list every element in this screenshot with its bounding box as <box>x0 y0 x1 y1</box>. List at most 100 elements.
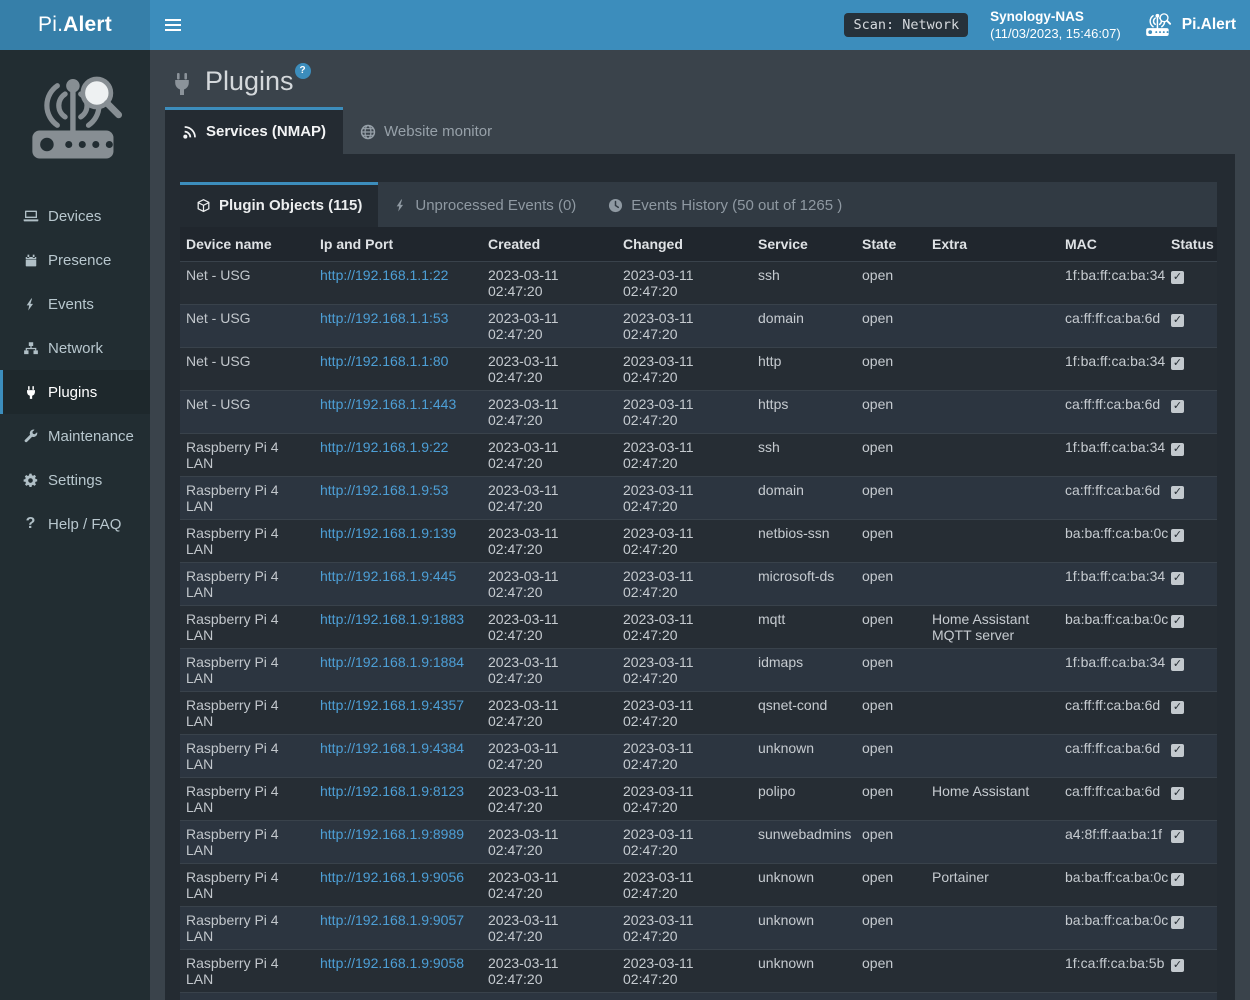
ip-port-link[interactable]: http://192.168.1.9:8123 <box>320 783 464 799</box>
ip-port-link[interactable]: http://192.168.1.9:9056 <box>320 869 464 885</box>
ip-port-link[interactable]: http://192.168.1.1:443 <box>320 396 456 412</box>
col-created[interactable]: Created <box>482 227 617 262</box>
status-checkbox[interactable] <box>1171 830 1184 843</box>
subtab-plugin-objects[interactable]: Plugin Objects (115) <box>180 182 378 227</box>
ip-port-link[interactable]: http://192.168.1.9:1883 <box>320 611 464 627</box>
status-checkbox[interactable] <box>1171 916 1184 929</box>
tab-website-monitor[interactable]: Website monitor <box>343 107 509 154</box>
hamburger-icon[interactable] <box>150 0 195 50</box>
sidebar-item-plugins[interactable]: Plugins <box>0 370 150 414</box>
table-row: Raspberry Pi 4 LAN http://192.168.1.9:43… <box>180 735 1217 778</box>
device-name-cell: Raspberry Pi 4 LAN <box>180 434 314 477</box>
plug-icon <box>22 385 39 400</box>
sidebar-item-label: Presence <box>48 252 111 269</box>
col-extra[interactable]: Extra <box>926 227 1059 262</box>
device-name-cell: Raspberry Pi 4 LAN <box>180 821 314 864</box>
ip-port-link[interactable]: http://192.168.1.1:53 <box>320 310 448 326</box>
state-cell: open <box>856 649 926 692</box>
app-logo[interactable]: Pi.Alert <box>0 0 150 50</box>
sidebar-item-settings[interactable]: Settings <box>0 458 150 502</box>
changed-cell: 2023-03-11 02:47:20 <box>617 864 752 907</box>
status-checkbox[interactable] <box>1171 572 1184 585</box>
col-device-name[interactable]: Device name <box>180 227 314 262</box>
mac-cell: a4:8f:ff:aa:ba:1f <box>1059 821 1165 864</box>
status-checkbox[interactable] <box>1171 658 1184 671</box>
wrench-icon <box>22 429 39 444</box>
status-checkbox[interactable] <box>1171 701 1184 714</box>
extra-cell <box>926 434 1059 477</box>
changed-cell: 2023-03-11 02:47:20 <box>617 950 752 993</box>
sidebar-item-events[interactable]: Events <box>0 282 150 326</box>
created-cell: 2023-03-11 02:47:20 <box>482 434 617 477</box>
service-cell: unknown <box>752 735 856 778</box>
subtab-unprocessed-events[interactable]: Unprocessed Events (0) <box>378 182 592 227</box>
ip-port-link[interactable]: http://192.168.1.9:4357 <box>320 697 464 713</box>
status-checkbox[interactable] <box>1171 959 1184 972</box>
changed-cell: 2023-03-11 02:47:20 <box>617 262 752 305</box>
sidebar-item-maintenance[interactable]: Maintenance <box>0 414 150 458</box>
status-checkbox[interactable] <box>1171 486 1184 499</box>
status-checkbox[interactable] <box>1171 787 1184 800</box>
created-cell: 2023-03-11 02:47:20 <box>482 348 617 391</box>
created-cell: 2023-03-11 02:47:20 <box>482 864 617 907</box>
status-checkbox[interactable] <box>1171 314 1184 327</box>
ip-port-link[interactable]: http://192.168.1.1:80 <box>320 353 448 369</box>
status-checkbox[interactable] <box>1171 443 1184 456</box>
tab-label: Website monitor <box>384 123 492 140</box>
state-cell: open <box>856 735 926 778</box>
col-state[interactable]: State <box>856 227 926 262</box>
col-changed[interactable]: Changed <box>617 227 752 262</box>
sidebar-item-devices[interactable]: Devices <box>0 194 150 238</box>
subtab-events-history[interactable]: Events History (50 out of 1265 ) <box>592 182 858 227</box>
created-cell: 2023-03-11 02:47:20 <box>482 821 617 864</box>
status-checkbox[interactable] <box>1171 744 1184 757</box>
ip-port-link[interactable]: http://192.168.1.9:9057 <box>320 912 464 928</box>
created-cell: 2023-03-11 02:47:20 <box>482 477 617 520</box>
pialert-router-search-logo <box>0 50 150 194</box>
extra-cell <box>926 950 1059 993</box>
changed-cell: 2023-03-11 02:47:20 <box>617 649 752 692</box>
col-service[interactable]: Service <box>752 227 856 262</box>
col-ip-and-port[interactable]: Ip and Port <box>314 227 482 262</box>
mac-cell: ca:ff:ff:ca:ba:6d <box>1059 778 1165 821</box>
ip-port-link[interactable]: http://192.168.1.1:22 <box>320 267 448 283</box>
table-row: Raspberry Pi 4 LAN http://192.168.1.9:43… <box>180 692 1217 735</box>
ip-port-link[interactable]: http://192.168.1.9:139 <box>320 525 456 541</box>
extra-cell <box>926 262 1059 305</box>
ip-port-link[interactable]: http://192.168.1.9:1884 <box>320 654 464 670</box>
ip-port-link[interactable]: http://192.168.1.9:22 <box>320 439 448 455</box>
status-checkbox[interactable] <box>1171 400 1184 413</box>
mac-cell: ca:ff:ff:ca:ba:6d <box>1059 692 1165 735</box>
service-cell: domain <box>752 477 856 520</box>
ip-port-link[interactable]: http://192.168.1.9:9058 <box>320 955 464 971</box>
col-mac[interactable]: MAC <box>1059 227 1165 262</box>
status-checkbox[interactable] <box>1171 529 1184 542</box>
status-checkbox[interactable] <box>1171 271 1184 284</box>
status-checkbox[interactable] <box>1171 357 1184 370</box>
tab-services-nmap[interactable]: Services (NMAP) <box>165 107 343 154</box>
app-logo-prefix: Pi. <box>38 13 63 37</box>
changed-cell: 2023-03-11 02:47:20 <box>617 606 752 649</box>
ip-port-link[interactable]: http://192.168.1.9:53 <box>320 482 448 498</box>
created-cell: 2023-03-11 02:47:20 <box>482 649 617 692</box>
table-row: Raspberry Pi 4 LAN http://192.168.1.9:90… <box>180 950 1217 993</box>
table-row: Net - USG http://192.168.1.1:22 2023-03-… <box>180 262 1217 305</box>
extra-cell <box>926 477 1059 520</box>
bolt-icon <box>22 297 39 312</box>
status-checkbox[interactable] <box>1171 873 1184 886</box>
ip-port-link[interactable]: http://192.168.1.9:8989 <box>320 826 464 842</box>
created-cell: 2023-03-11 02:47:20 <box>482 692 617 735</box>
extra-cell <box>926 649 1059 692</box>
sidebar-item-presence[interactable]: Presence <box>0 238 150 282</box>
status-checkbox[interactable] <box>1171 615 1184 628</box>
changed-cell: 2023-03-11 02:47:20 <box>617 434 752 477</box>
sidebar-item-network[interactable]: Network <box>0 326 150 370</box>
ip-port-link[interactable]: http://192.168.1.9:445 <box>320 568 456 584</box>
extra-cell <box>926 692 1059 735</box>
col-status[interactable]: Status <box>1165 227 1217 262</box>
ip-port-link[interactable]: http://192.168.1.9:4384 <box>320 740 464 756</box>
sidebar-item-help-faq[interactable]: ? Help / FAQ <box>0 502 150 546</box>
help-badge[interactable]: ? <box>295 63 311 79</box>
navbar-brand[interactable]: Pi.Alert <box>1143 12 1236 38</box>
device-name-cell: Raspberry Pi 4 LAN <box>180 778 314 821</box>
